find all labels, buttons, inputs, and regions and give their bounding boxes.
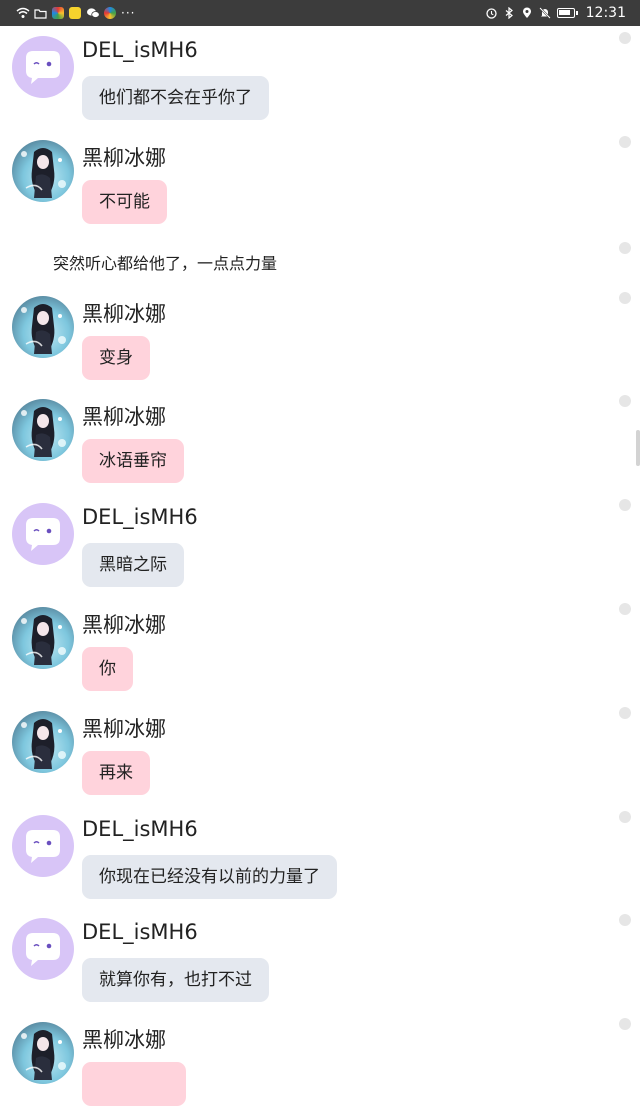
mute-bell-icon bbox=[539, 7, 552, 19]
sender-name: 黑柳冰娜 bbox=[82, 301, 166, 326]
narration-text: 突然听心都给他了，一点点力量 bbox=[53, 253, 278, 273]
chat-list[interactable]: DEL_isMH6 他们都不会在乎你了 黑柳冰娜 不可能 突然听心都给他了，一点点力量黑… bbox=[0, 26, 640, 1106]
scrollbar-thumb[interactable] bbox=[636, 430, 640, 466]
sender-name: DEL_isMH6 bbox=[82, 816, 198, 841]
bot-avatar[interactable] bbox=[12, 918, 74, 981]
alarm-icon bbox=[485, 7, 498, 19]
select-dot[interactable] bbox=[619, 291, 631, 304]
select-dot[interactable] bbox=[619, 1018, 631, 1031]
bot-avatar[interactable] bbox=[12, 814, 74, 877]
select-dot[interactable] bbox=[619, 603, 631, 615]
folder-icon bbox=[34, 7, 47, 19]
message-bubble[interactable]: 他们都不会在乎你了 bbox=[82, 76, 269, 120]
message-bubble[interactable]: 变身 bbox=[82, 335, 150, 380]
message-bubble[interactable]: 不可能 bbox=[82, 179, 167, 224]
location-icon bbox=[521, 7, 534, 19]
message-bubble[interactable] bbox=[82, 1062, 186, 1106]
message-bubble[interactable]: 冰语垂帘 bbox=[82, 439, 184, 484]
yellow-app-icon bbox=[69, 7, 81, 19]
bot-avatar[interactable] bbox=[12, 503, 74, 566]
select-dot[interactable] bbox=[619, 810, 631, 823]
sender-name: 黑柳冰娜 bbox=[82, 145, 166, 170]
select-dot[interactable] bbox=[619, 135, 631, 148]
status-right-icons: 12:31 bbox=[485, 5, 626, 21]
status-time: 12:31 bbox=[585, 5, 626, 21]
select-dot[interactable] bbox=[619, 395, 631, 408]
sender-name: DEL_isMH6 bbox=[82, 505, 198, 530]
more-notifications-icon: ··· bbox=[121, 6, 136, 20]
anime-avatar[interactable] bbox=[12, 1022, 74, 1085]
sender-name: 黑柳冰娜 bbox=[82, 716, 166, 741]
sender-name: 黑柳冰娜 bbox=[82, 405, 166, 430]
status-bar: ··· 12:31 bbox=[0, 0, 640, 26]
select-dot[interactable] bbox=[619, 32, 631, 44]
bot-avatar[interactable] bbox=[12, 36, 74, 98]
message-bubble[interactable]: 就算你有，也打不过 bbox=[82, 958, 269, 1003]
sender-name: DEL_isMH6 bbox=[82, 920, 198, 945]
select-dot[interactable] bbox=[619, 706, 631, 719]
wechat-icon bbox=[86, 7, 100, 19]
anime-avatar[interactable] bbox=[12, 607, 74, 669]
battery-icon bbox=[556, 8, 578, 18]
message-bubble[interactable]: 你 bbox=[82, 647, 133, 691]
select-dot[interactable] bbox=[619, 914, 631, 927]
multicolor-app-icon bbox=[104, 7, 116, 19]
anime-avatar[interactable] bbox=[12, 399, 74, 462]
anime-avatar[interactable] bbox=[12, 139, 74, 202]
status-left-icons: ··· bbox=[16, 6, 135, 20]
message-bubble[interactable]: 再来 bbox=[82, 750, 150, 795]
select-dot[interactable] bbox=[619, 241, 631, 254]
colorful-app-icon bbox=[52, 7, 64, 19]
message-bubble[interactable]: 你现在已经没有以前的力量了 bbox=[82, 854, 337, 899]
sender-name: 黑柳冰娜 bbox=[82, 1028, 166, 1053]
sender-name: 黑柳冰娜 bbox=[82, 613, 166, 637]
sender-name: DEL_isMH6 bbox=[82, 38, 198, 62]
select-dot[interactable] bbox=[619, 499, 631, 512]
anime-avatar[interactable] bbox=[12, 710, 74, 773]
message-bubble[interactable]: 黑暗之际 bbox=[82, 543, 184, 588]
wifi-icon bbox=[16, 7, 30, 19]
anime-avatar[interactable] bbox=[12, 295, 74, 358]
bluetooth-icon bbox=[503, 6, 516, 20]
